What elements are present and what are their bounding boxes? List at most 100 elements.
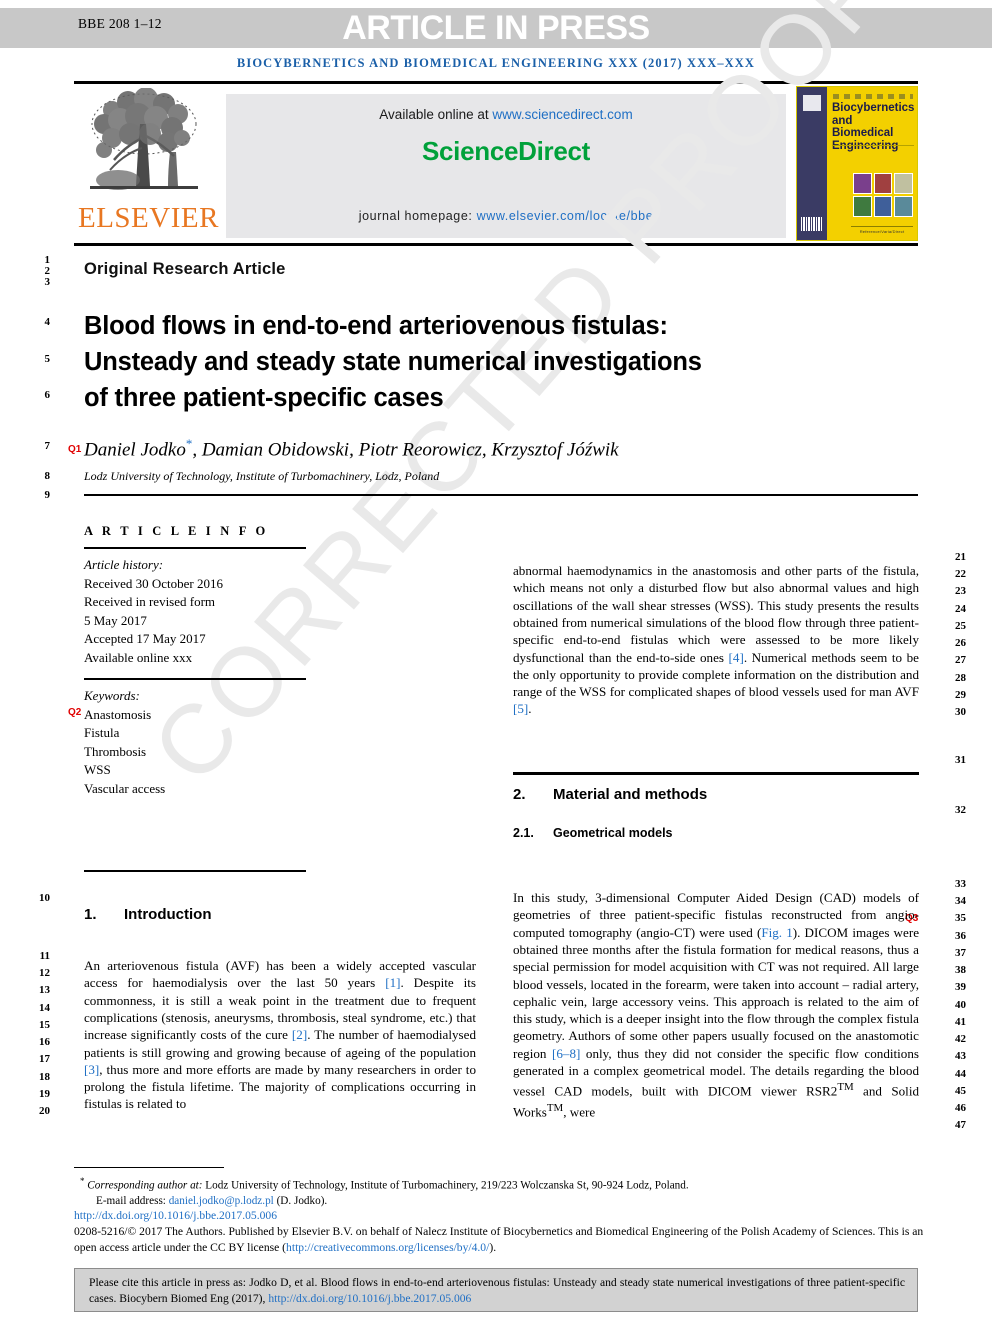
keyword-item: Vascular access — [84, 780, 166, 796]
section-2-divider — [513, 772, 919, 775]
citation-ref-2[interactable]: [2] — [292, 1027, 307, 1042]
available-online-line: Available online at www.sciencedirect.co… — [226, 107, 786, 122]
available-online-prefix: Available online at — [379, 107, 493, 122]
line-number: 25 — [955, 620, 966, 632]
sciencedirect-link[interactable]: www.sciencedirect.com — [492, 107, 632, 122]
homepage-prefix: journal homepage: — [358, 209, 477, 223]
line-number: 43 — [955, 1050, 966, 1062]
authors-divider — [84, 494, 918, 496]
trademark-symbol: TM — [546, 1102, 564, 1115]
accepted-date: Accepted 17 May 2017 — [84, 631, 206, 646]
received-date: Received 30 October 2016 — [84, 575, 223, 591]
email-link[interactable]: daniel.jodko@p.lodz.pl — [169, 1195, 274, 1207]
article-history-label: Article history: — [84, 557, 164, 572]
line-number: 10 — [39, 892, 50, 904]
keyword-item: WSS — [84, 762, 111, 777]
cover-title-underline — [832, 145, 914, 146]
section-number: 1. — [84, 906, 97, 923]
introduction-paragraph: An arteriovenous fistula (AVF) has been … — [84, 957, 476, 1113]
line-number: 39 — [955, 981, 966, 993]
section-heading-introduction: 1. Introduction — [84, 906, 211, 923]
line-number: 18 — [39, 1071, 50, 1083]
doi-link[interactable]: http://dx.doi.org/10.1016/j.bbe.2017.05.… — [74, 1209, 277, 1222]
journal-homepage-link[interactable]: www.elsevier.com/locate/bbe — [477, 209, 654, 223]
geom-text-b: ). DICOM images were obtained three mont… — [513, 924, 919, 1061]
page-title: Blood flows in end-to-end arteriovenous … — [84, 308, 804, 416]
article-in-press-label: ARTICLE IN PRESS — [342, 9, 650, 47]
query-marker-q2[interactable]: Q2 — [68, 707, 81, 718]
revised-date: 5 May 2017 — [84, 612, 147, 628]
cover-thumb — [873, 196, 893, 217]
journal-homepage-line: journal homepage: www.elsevier.com/locat… — [226, 209, 786, 223]
footnote-star: * — [80, 1176, 85, 1186]
revised-label: Received in revised form — [84, 594, 216, 609]
citation-ref-1[interactable]: [1] — [385, 975, 400, 990]
subsection-heading-geometrical-models: 2.1. Geometrical models — [513, 826, 673, 840]
intro-text-d: , thus more and more efforts are made by… — [84, 1061, 476, 1112]
line-number: 36 — [955, 930, 966, 942]
line-number: 15 — [39, 1019, 50, 1031]
subsection-number: 2.1. — [513, 826, 534, 840]
cover-publisher-mark — [803, 95, 821, 111]
article-history: Article history: Received 30 October 201… — [84, 556, 324, 667]
author-list: Daniel Jodko*, Damian Obidowski, Piotr R… — [84, 436, 619, 461]
line-number: 42 — [955, 1033, 966, 1045]
sciencedirect-banner: Available online at www.sciencedirect.co… — [226, 94, 786, 238]
keywords-block: Keywords: Anastomosis Fistula Thrombosis… — [84, 687, 324, 798]
citation-text: Please cite this article in press as: Jo… — [89, 1275, 905, 1306]
line-number: 3 — [44, 276, 51, 288]
copyright-text-a: 0208-5216/© 2017 The Authors. Published … — [74, 1225, 924, 1254]
line-number: 37 — [955, 947, 966, 959]
email-suffix: (D. Jodko). — [273, 1194, 328, 1207]
line-number: 40 — [955, 999, 966, 1011]
query-marker-q1[interactable]: Q1 — [68, 444, 81, 455]
geometrical-models-paragraph: In this study, 3-dimensional Computer Ai… — [513, 889, 919, 1121]
citation-text-a: Please cite this article in press as: Jo… — [89, 1276, 905, 1305]
line-number: 4 — [44, 316, 51, 328]
line-number: 12 — [39, 967, 50, 979]
cover-thumb — [894, 196, 913, 217]
copyright-notice: 0208-5216/© 2017 The Authors. Published … — [74, 1224, 924, 1255]
citation-ref-5[interactable]: [5] — [513, 701, 528, 716]
author-affiliation: Lodz University of Technology, Institute… — [84, 469, 440, 483]
line-number: 14 — [39, 1002, 50, 1014]
citation-doi-link[interactable]: http://dx.doi.org/10.1016/j.bbe.2017.05.… — [268, 1292, 471, 1305]
section-title: Material and methods — [553, 786, 708, 803]
line-number: 46 — [955, 1102, 966, 1114]
subsection-title: Geometrical models — [553, 826, 673, 840]
citation-ref-4[interactable]: [4] — [729, 650, 744, 665]
cc-license-link[interactable]: http://creativecommons.org/licenses/by/4… — [286, 1241, 489, 1254]
masthead-top-rule — [74, 81, 918, 84]
corresponding-author-note: * Corresponding author at: Lodz Universi… — [74, 1174, 922, 1194]
line-number: 20 — [39, 1105, 50, 1117]
sciencedirect-logo[interactable]: ScienceDirect — [226, 136, 786, 167]
line-number: 24 — [955, 603, 966, 615]
citation-box: Please cite this article in press as: Jo… — [74, 1268, 918, 1312]
title-line-1: Blood flows in end-to-end arteriovenous … — [84, 312, 668, 340]
abstract-continuation-paragraph: abnormal haemodynamics in the anastomosi… — [513, 562, 919, 718]
line-number: 27 — [955, 654, 966, 666]
section-number: 2. — [513, 786, 526, 803]
elsevier-logo: ELSEVIER — [74, 86, 218, 241]
cover-thumb — [873, 173, 893, 194]
citation-ref-3[interactable]: [3] — [84, 1062, 99, 1077]
footnote-divider — [74, 1167, 224, 1168]
available-online-date: Available online xxx — [84, 649, 193, 665]
line-number: 31 — [955, 754, 966, 766]
cover-thumb — [894, 173, 913, 194]
section-title: Introduction — [124, 906, 212, 923]
first-author: Daniel Jodko — [84, 439, 186, 461]
line-number: 19 — [39, 1088, 50, 1100]
cover-thumbnail-grid — [853, 173, 913, 217]
title-line-2: Unsteady and steady state numerical inve… — [84, 348, 702, 376]
keyword-item: Anastomosis — [84, 706, 152, 722]
line-number: 45 — [955, 1085, 966, 1097]
citation-ref-6-8[interactable]: [6–8] — [552, 1046, 580, 1061]
line-number: 38 — [955, 964, 966, 976]
line-number: 26 — [955, 637, 966, 649]
keywords-label: Keywords: — [84, 688, 140, 703]
line-number: 23 — [955, 585, 966, 597]
line-number: 7 — [44, 440, 51, 452]
figure-ref-1[interactable]: Fig. 1 — [761, 925, 792, 940]
line-number: 13 — [39, 984, 50, 996]
